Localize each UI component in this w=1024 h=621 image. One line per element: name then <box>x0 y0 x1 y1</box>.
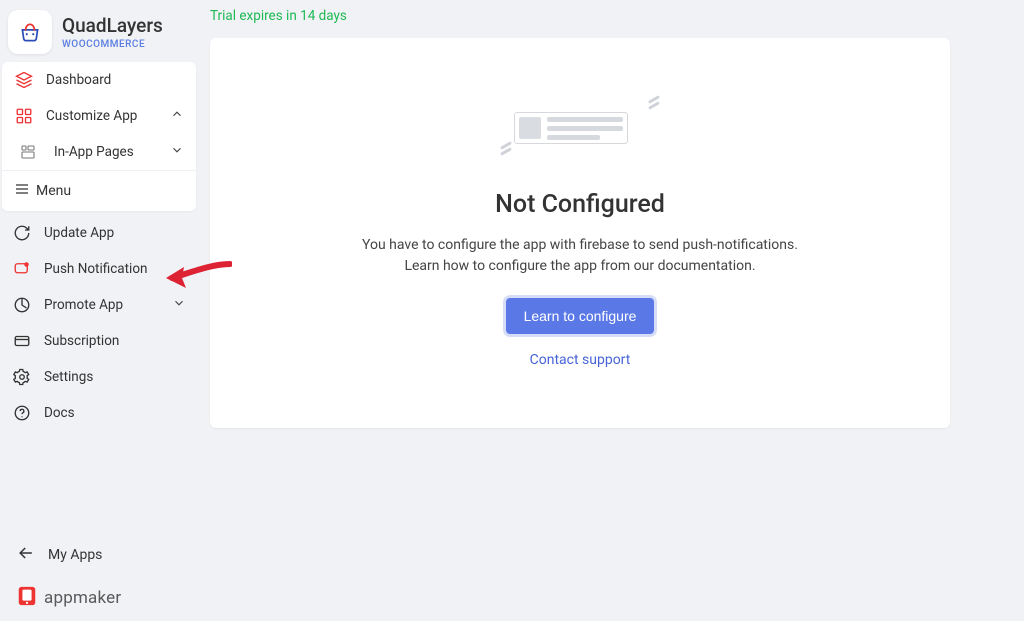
empty-state: Not Configured You have to configure the… <box>352 68 808 398</box>
basket-icon <box>17 19 43 45</box>
sidebar-item-label: In-App Pages <box>54 144 134 160</box>
sidebar-item-update-app[interactable]: Update App <box>0 215 198 251</box>
sidebar-item-label: Subscription <box>44 333 119 349</box>
empty-description-1: You have to configure the app with fireb… <box>362 235 798 255</box>
brand-title: QuadLayers <box>62 14 163 37</box>
sidebar-item-menu[interactable]: Menu <box>2 171 196 211</box>
sidebar-item-label: Push Notification <box>44 261 148 277</box>
placeholder-illustration <box>500 98 660 156</box>
arrow-left-icon <box>16 543 36 567</box>
help-icon <box>12 404 32 422</box>
empty-description-2: Learn how to configure the app from our … <box>404 256 755 276</box>
sidebar-item-subscription[interactable]: Subscription <box>0 323 198 359</box>
trial-banner: Trial expires in 14 days <box>198 0 1024 30</box>
sidebar-item-my-apps[interactable]: My Apps <box>6 533 192 577</box>
main-content: Trial expires in 14 days Not Configured … <box>198 0 1024 621</box>
sidebar-item-docs[interactable]: Docs <box>0 395 198 431</box>
sidebar-menu: Dashboard Customize App In-App Pages Men… <box>2 62 196 211</box>
appmaker-brand: appmaker <box>6 585 192 611</box>
sidebar-item-label: My Apps <box>48 547 102 563</box>
sidebar-item-customize[interactable]: Customize App <box>2 98 196 134</box>
chevron-up-icon <box>170 107 184 125</box>
sidebar-item-label: Customize App <box>46 108 137 124</box>
empty-title: Not Configured <box>495 190 665 219</box>
hamburger-icon <box>14 181 30 201</box>
layers-icon <box>14 71 34 89</box>
learn-to-configure-button[interactable]: Learn to configure <box>506 298 655 334</box>
sidebar-item-promote-app[interactable]: Promote App <box>0 287 198 323</box>
gear-icon <box>12 368 32 386</box>
content-card: Not Configured You have to configure the… <box>210 38 950 428</box>
grid-icon <box>14 107 34 125</box>
pages-icon <box>18 144 38 160</box>
sidebar-item-settings[interactable]: Settings <box>0 359 198 395</box>
sidebar-item-label: Promote App <box>44 297 123 313</box>
sidebar-item-inapp-pages[interactable]: In-App Pages <box>2 134 196 170</box>
sidebar: QuadLayers WOOCOMMERCE Dashboard Customi… <box>0 0 198 621</box>
sidebar-item-label: Update App <box>44 225 114 241</box>
sidebar-item-dashboard[interactable]: Dashboard <box>2 62 196 98</box>
chart-icon <box>12 296 32 314</box>
chevron-down-icon <box>170 143 184 161</box>
brand-subtitle: WOOCOMMERCE <box>62 39 163 50</box>
chevron-down-icon <box>172 296 186 314</box>
notification-icon <box>12 260 32 278</box>
sidebar-item-label: Docs <box>44 405 75 421</box>
card-icon <box>12 332 32 350</box>
sidebar-item-label: Dashboard <box>46 72 111 88</box>
sidebar-item-push-notification[interactable]: Push Notification <box>0 251 198 287</box>
refresh-icon <box>12 224 32 242</box>
appmaker-icon <box>16 585 38 611</box>
contact-support-link[interactable]: Contact support <box>530 352 631 368</box>
appmaker-text: appmaker <box>44 588 121 608</box>
sidebar-item-label: Menu <box>36 183 71 199</box>
brand-header: QuadLayers WOOCOMMERCE <box>0 0 198 62</box>
brand-logo <box>8 10 52 54</box>
sidebar-item-label: Settings <box>44 369 93 385</box>
